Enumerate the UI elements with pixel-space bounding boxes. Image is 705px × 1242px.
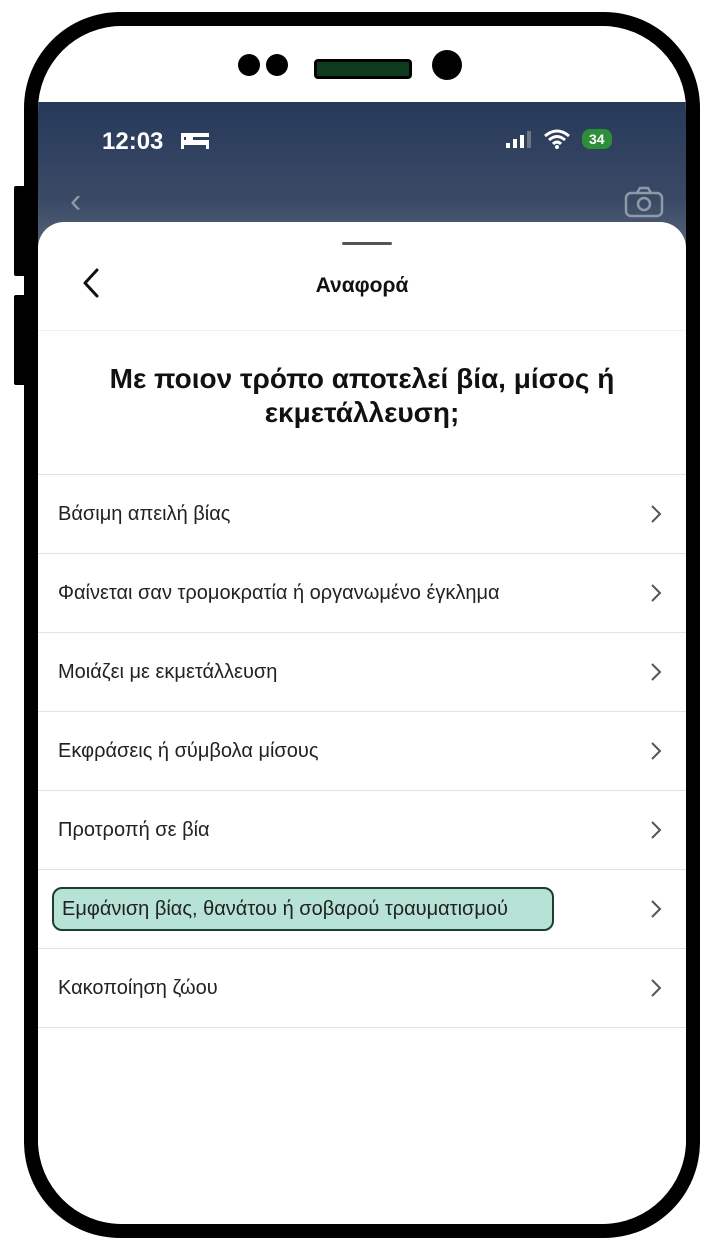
chevron-right-icon (651, 979, 662, 997)
option-label: Προτροπή σε βία (58, 819, 210, 841)
report-option[interactable]: Εκφράσεις ή σύμβολα μίσους (38, 712, 686, 791)
chevron-right-icon (651, 663, 662, 681)
option-label: Βάσιμη απειλή βίας (58, 503, 231, 525)
signal-icon (506, 131, 531, 148)
sheet-title: Αναφορά (315, 274, 409, 297)
report-option-highlighted[interactable]: Εμφάνιση βίας, θανάτου ή σοβαρού τραυματ… (38, 870, 686, 949)
phone-frame: 12:03 34 ‹ Αναφορά Με ποιον τρόπο αποτελ… (24, 12, 700, 1238)
option-label: Εκφράσεις ή σύμβολα μίσους (58, 740, 319, 762)
report-options-list: Βάσιμη απειλή βίας Φαίνεται σαν τρομοκρα… (38, 474, 686, 1028)
option-label: Κακοποίηση ζώου (58, 977, 218, 999)
report-option[interactable]: Βάσιμη απειλή βίας (38, 475, 686, 554)
sheet-grabber[interactable] (342, 242, 392, 245)
background-back-icon: ‹ (70, 182, 82, 220)
chevron-right-icon (651, 505, 662, 523)
speaker-grille (314, 59, 412, 79)
camera-icon (624, 186, 664, 218)
front-camera (432, 50, 462, 80)
battery-icon: 34 (582, 129, 612, 149)
chevron-right-icon (651, 900, 662, 918)
report-option[interactable]: Φαίνεται σαν τρομοκρατία ή οργανωμένο έγ… (38, 554, 686, 633)
option-label: Φαίνεται σαν τρομοκρατία ή οργανωμένο έγ… (58, 582, 500, 604)
phone-top-bezel (38, 26, 686, 102)
option-label: Εμφάνιση βίας, θανάτου ή σοβαρού τραυματ… (52, 887, 554, 931)
chevron-right-icon (651, 584, 662, 602)
report-option[interactable]: Κακοποίηση ζώου (38, 949, 686, 1028)
phone-screen: 12:03 34 ‹ Αναφορά Με ποιον τρόπο αποτελ… (38, 26, 686, 1224)
option-label: Μοιάζει με εκμετάλλευση (58, 661, 278, 683)
status-icons: 34 (506, 126, 612, 152)
report-question: Με ποιον τρόπο αποτελεί βία, μίσος ή εκμ… (109, 363, 615, 428)
sensor-dot (238, 54, 260, 76)
status-time: 12:03 (102, 128, 164, 155)
chevron-right-icon (651, 821, 662, 839)
bed-icon (181, 133, 209, 149)
report-option[interactable]: Μοιάζει με εκμετάλλευση (38, 633, 686, 712)
report-sheet: Αναφορά Με ποιον τρόπο αποτελεί βία, μίσ… (38, 222, 686, 1224)
chevron-right-icon (651, 742, 662, 760)
sensor-dot (266, 54, 288, 76)
report-option[interactable]: Προτροπή σε βία (38, 791, 686, 870)
header-divider (38, 330, 686, 331)
wifi-icon (544, 129, 570, 149)
